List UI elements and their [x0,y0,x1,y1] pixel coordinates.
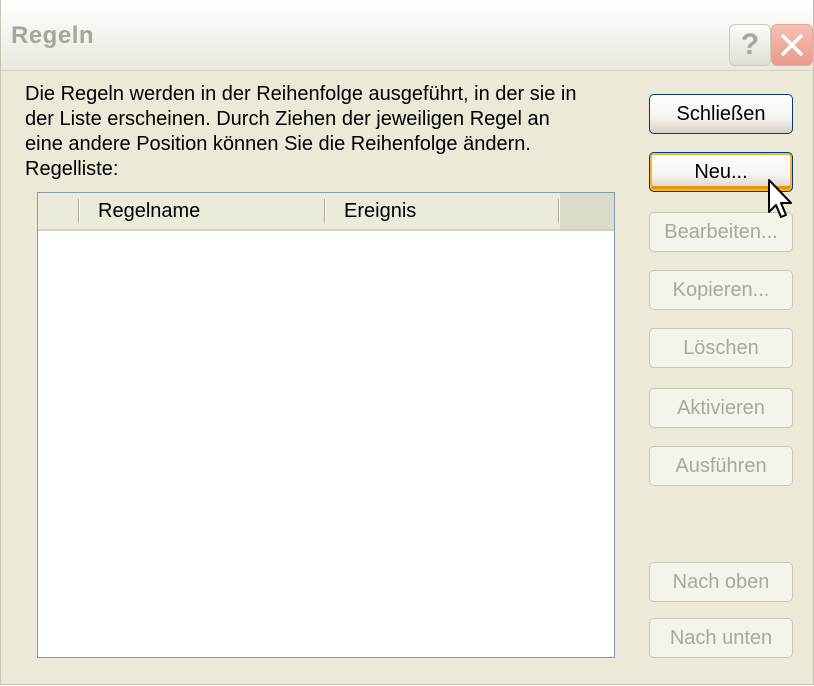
column-header-ereignis[interactable]: Ereignis [344,193,544,229]
header-filler [560,193,614,229]
close-button[interactable]: Schließen [649,94,793,134]
column-separator[interactable] [324,199,326,223]
help-button[interactable]: ? [729,24,771,66]
close-window-button[interactable] [771,24,813,66]
help-icon: ? [740,28,760,61]
mouse-pointer-icon [768,179,792,218]
rules-dialog: Regeln ? Die Regeln werden in der Reihen… [0,0,814,685]
rules-list[interactable]: Regelname Ereignis [37,192,615,658]
column-header-status[interactable] [38,193,78,229]
copy-button[interactable]: Kopieren... [649,270,793,310]
window-title: Regeln [11,22,95,49]
column-separator[interactable] [78,199,80,223]
column-separator[interactable] [558,199,560,223]
delete-button[interactable]: Löschen [649,328,793,368]
column-header-regelname[interactable]: Regelname [98,193,318,229]
close-icon [781,34,803,56]
description-text: Die Regeln werden in der Reihenfolge aus… [25,83,577,180]
title-bar[interactable]: Regeln ? [1,0,813,71]
run-button[interactable]: Ausführen [649,446,793,486]
move-down-button[interactable]: Nach unten [649,618,793,658]
move-up-button[interactable]: Nach oben [649,562,793,602]
activate-button[interactable]: Aktivieren [649,388,793,428]
list-header: Regelname Ereignis [38,193,614,231]
